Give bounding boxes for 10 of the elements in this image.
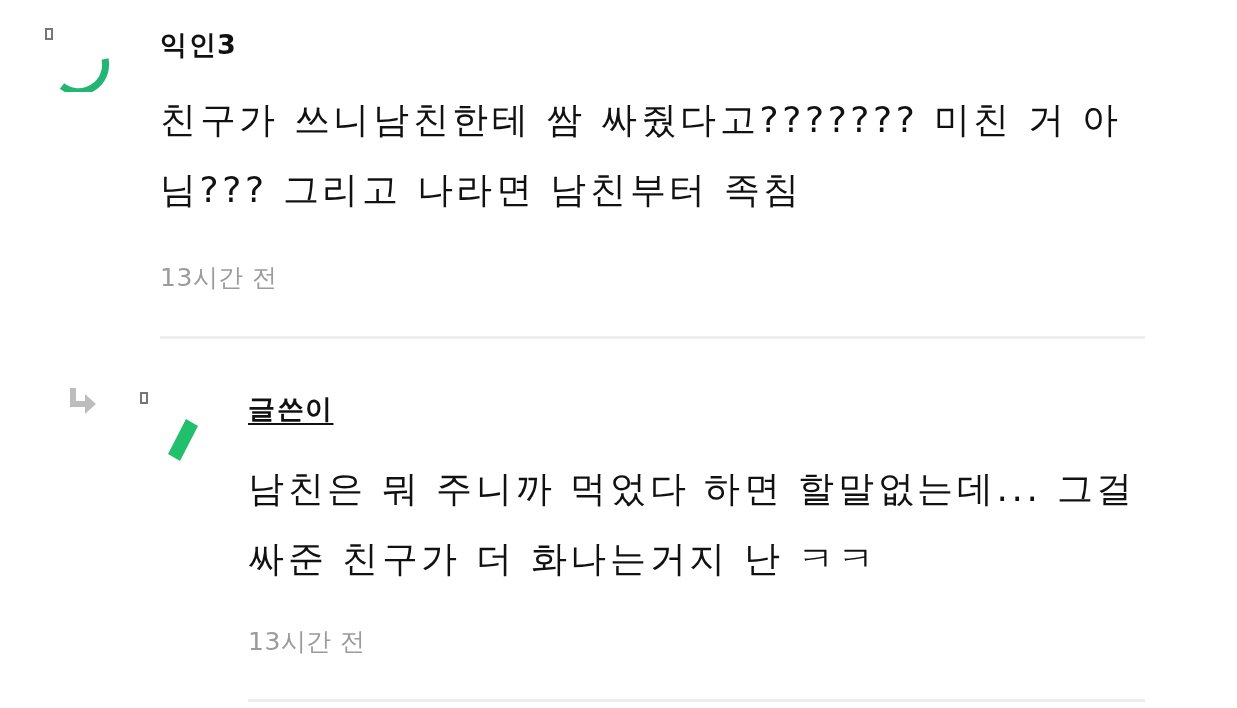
broken-image-icon bbox=[45, 28, 53, 40]
timestamp: 13시간 전 bbox=[248, 626, 367, 658]
loading-spinner-icon bbox=[168, 419, 198, 461]
broken-image-icon bbox=[140, 392, 148, 404]
comment-text: 남친은 뭐 주니까 먹었다 하면 할말없는데... 그걸 싸준 친구가 더 화나는거지 난 ㅋㅋ bbox=[248, 467, 1137, 581]
author-link[interactable]: 글쓴이 bbox=[248, 391, 334, 427]
author-name: 익인3 bbox=[160, 28, 238, 62]
timestamp: 13시간 전 bbox=[160, 262, 279, 294]
comment-text: 친구가 쓰니남친한테 쌈 싸줬다고??????? 미친 거 아님??? 그리고 나라면 남친부터 족침 bbox=[160, 98, 1123, 212]
reply-arrow-icon bbox=[68, 388, 98, 414]
